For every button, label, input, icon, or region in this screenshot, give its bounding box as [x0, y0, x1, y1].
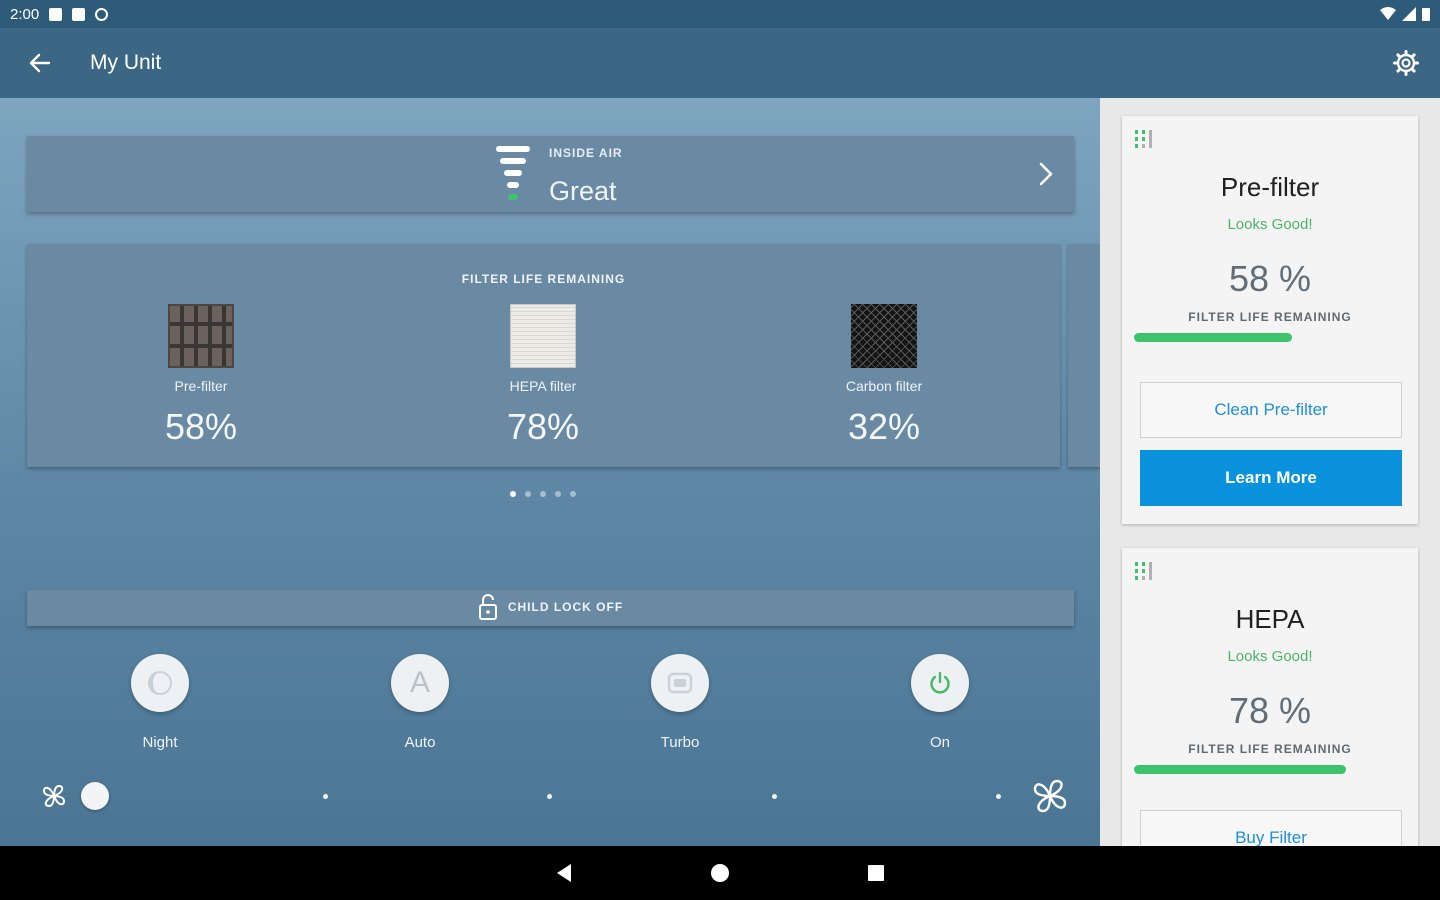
- next-card-peek[interactable]: [1068, 244, 1100, 467]
- status-bar: 2:00: [0, 0, 1440, 28]
- power-icon: [930, 671, 950, 694]
- page-title: My Unit: [90, 51, 162, 74]
- pre-filter-card: Pre-filter Looks Good! 58 % FILTER LIFE …: [1122, 116, 1418, 524]
- card-status: Looks Good!: [1227, 216, 1313, 233]
- page-dot[interactable]: [555, 491, 561, 497]
- hepa-filter-image: [510, 304, 576, 368]
- filter-item-hepa: HEPA filter 78%: [463, 304, 623, 448]
- clean-pre-filter-button[interactable]: Clean Pre-filter: [1140, 382, 1402, 438]
- filter-percent: 58%: [164, 406, 238, 447]
- turbo-mode-button[interactable]: Turbo: [620, 654, 740, 751]
- main-content: INSIDE AIR Great FILTER LIFE REMAINING P…: [0, 98, 1100, 846]
- buy-filter-button[interactable]: Buy Filter: [1140, 810, 1402, 846]
- filter-item-pre-filter: Pre-filter 58%: [121, 304, 281, 448]
- power-button[interactable]: On: [880, 654, 1000, 751]
- card-sublabel: FILTER LIFE REMAINING: [1188, 742, 1352, 756]
- slider-thumb[interactable]: [81, 782, 109, 810]
- filter-name: Pre-filter: [174, 378, 228, 394]
- air-quality-meter-icon: [495, 144, 531, 208]
- notification-icon: [49, 7, 63, 21]
- sync-icon: [95, 7, 109, 21]
- status-time: 2:00: [10, 5, 40, 23]
- filter-item-carbon: Carbon filter 32%: [804, 304, 964, 448]
- gear-icon: [1393, 50, 1419, 76]
- power-circle: [911, 654, 969, 712]
- auto-mode-button[interactable]: A Auto: [360, 654, 480, 751]
- triangle-back-icon: [557, 864, 571, 882]
- inside-air-value: Great: [549, 176, 617, 206]
- inside-air-label: INSIDE AIR: [549, 146, 623, 160]
- back-arrow-icon: [29, 53, 51, 73]
- filter-status-icon: [1135, 562, 1152, 580]
- filter-name: Carbon filter: [845, 378, 923, 394]
- mode-label: Night: [142, 734, 178, 751]
- night-mode-circle: [131, 654, 189, 712]
- turbo-mode-circle: [651, 654, 709, 712]
- filter-life-bar: [1134, 765, 1346, 774]
- page-dot[interactable]: [570, 491, 576, 497]
- filter-percent: 78%: [506, 406, 580, 447]
- circle-home-icon: [711, 864, 729, 882]
- card-percent: 78 %: [1228, 690, 1312, 731]
- nav-back-button[interactable]: [544, 853, 584, 893]
- inside-air-card[interactable]: INSIDE AIR Great: [27, 136, 1074, 212]
- back-button[interactable]: [0, 28, 80, 98]
- pre-filter-image: [168, 304, 234, 368]
- wifi-icon: [1380, 7, 1396, 20]
- filter-life-bar: [1134, 333, 1292, 342]
- app-bar: My Unit: [0, 28, 1440, 98]
- sd-card-icon: [72, 7, 86, 21]
- page-dot[interactable]: [525, 491, 531, 497]
- mode-label: On: [929, 734, 950, 751]
- child-lock-toggle[interactable]: CHILD LOCK OFF: [27, 590, 1074, 626]
- card-title: HEPA: [1235, 604, 1305, 634]
- slider-tick[interactable]: [772, 794, 777, 799]
- fan-low-icon[interactable]: [40, 782, 68, 810]
- learn-more-button[interactable]: Learn More: [1140, 450, 1402, 506]
- page-dot[interactable]: [540, 491, 546, 497]
- signal-icon: [1402, 7, 1416, 21]
- chevron-right-icon: [1039, 162, 1053, 186]
- nav-recents-button[interactable]: [856, 853, 896, 893]
- card-status: Looks Good!: [1227, 648, 1313, 665]
- fan-high-icon[interactable]: [1030, 776, 1070, 816]
- filter-percent: 32%: [847, 406, 921, 447]
- mode-label: Auto: [404, 734, 436, 751]
- mode-label: Turbo: [660, 734, 700, 751]
- unlock-icon: [478, 594, 497, 620]
- carbon-filter-image: [851, 304, 917, 368]
- page-indicator: [510, 491, 576, 497]
- filter-name: HEPA filter: [509, 378, 577, 394]
- filter-life-card[interactable]: FILTER LIFE REMAINING Pre-filter 58% HEP…: [27, 244, 1060, 467]
- night-mode-button[interactable]: Night: [100, 654, 220, 751]
- battery-icon: [1422, 8, 1430, 21]
- fan-speed-slider[interactable]: [40, 774, 1070, 818]
- card-percent: 58 %: [1228, 258, 1312, 299]
- hepa-card: HEPA Looks Good! 78 % FILTER LIFE REMAIN…: [1122, 548, 1418, 846]
- page-dot[interactable]: [510, 491, 516, 497]
- auto-icon: A: [391, 654, 449, 712]
- square-recents-icon: [868, 865, 884, 881]
- side-panel: Pre-filter Looks Good! 58 % FILTER LIFE …: [1100, 98, 1440, 846]
- slider-tick[interactable]: [323, 794, 328, 799]
- nav-home-button[interactable]: [700, 853, 740, 893]
- card-title: Pre-filter: [1220, 172, 1320, 202]
- child-lock-label: CHILD LOCK OFF: [507, 600, 624, 614]
- filter-status-icon: [1135, 130, 1152, 148]
- system-nav-bar: [0, 846, 1440, 900]
- slider-tick[interactable]: [996, 794, 1001, 799]
- night-icon: [148, 671, 172, 695]
- turbo-icon: [667, 672, 693, 694]
- slider-tick[interactable]: [547, 794, 552, 799]
- filter-life-title: FILTER LIFE REMAINING: [461, 272, 626, 286]
- card-sublabel: FILTER LIFE REMAINING: [1188, 310, 1352, 324]
- settings-button[interactable]: [1386, 43, 1426, 83]
